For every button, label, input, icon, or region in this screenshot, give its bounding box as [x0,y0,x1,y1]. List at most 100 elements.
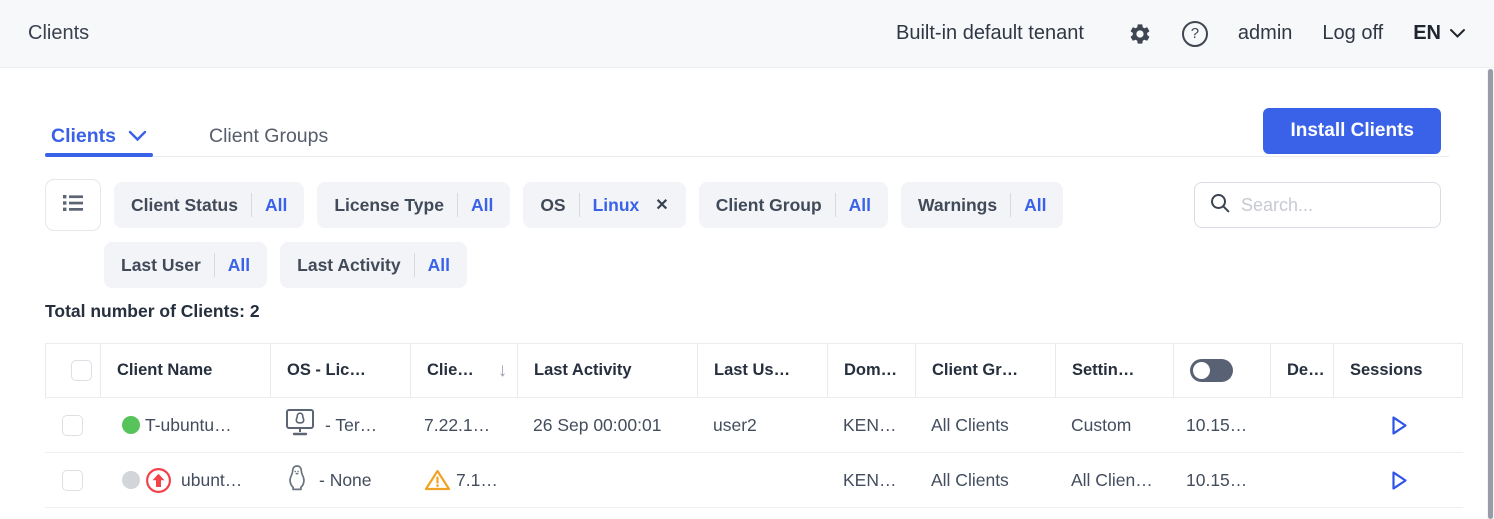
device-cell [1270,453,1333,507]
os-license-cell: - None [270,453,410,507]
row-checkbox[interactable] [62,470,83,491]
filter-label: Client Status [131,195,238,216]
client-version-cell: 7.1… [410,453,517,507]
chip-divider [835,193,836,217]
client-name[interactable]: ubunt… [181,470,242,491]
tab-client-groups[interactable]: Client Groups [203,108,334,156]
row-select-cell [45,398,100,452]
tab-clients-label: Clients [51,125,116,148]
filter-label: OS [540,195,565,216]
header-os-license[interactable]: OS - Lic… [270,344,410,397]
settings-cell: All Clien… [1055,453,1173,507]
chip-divider [1010,193,1011,217]
top-bar: Clients Built-in default tenant ? admin … [0,0,1494,68]
remove-filter-icon[interactable]: ✕ [655,195,668,215]
sessions-cell [1333,398,1463,452]
client-version-cell: 7.22.1… [410,398,517,452]
chip-divider [414,253,415,277]
search-icon [1209,192,1231,219]
update-available-icon [145,467,172,494]
license-type: - Ter… [325,415,377,436]
header-client-version[interactable]: Clie… ↓ [410,344,517,397]
filter-chip-last-activity[interactable]: Last Activity All [280,242,467,288]
last-user-cell: user2 [697,398,827,452]
start-session-icon[interactable] [1386,468,1411,493]
row-checkbox[interactable] [62,415,83,436]
header-settings[interactable]: Settin… [1055,344,1173,397]
header-client-name[interactable]: Client Name [100,344,270,397]
tenant-label: Built-in default tenant [896,22,1084,45]
language-label: EN [1413,22,1441,45]
header-sessions[interactable]: Sessions [1333,344,1463,397]
settings-gear-icon[interactable] [1128,22,1152,46]
domain-cell: KEN… [827,398,915,452]
select-all-cell [45,344,100,397]
header-label: Clie… [427,361,474,380]
filter-chip-license-type[interactable]: License Type All [317,182,510,228]
table-header-row: Client Name OS - Lic… Clie… ↓ Last Activ… [45,343,1463,398]
filter-chip-warnings[interactable]: Warnings All [901,182,1063,228]
os-license-cell: - Ter… [270,398,410,452]
filter-chip-last-user[interactable]: Last User All [104,242,267,288]
client-name-cell: T-ubuntu… [100,398,270,452]
filter-label: License Type [334,195,444,216]
language-selector[interactable]: EN [1413,22,1466,45]
last-activity-cell: 26 Sep 00:00:01 [517,398,697,452]
filter-value[interactable]: All [1024,195,1046,216]
log-off-button[interactable]: Log off [1322,22,1383,45]
filter-row-2: Last User All Last Activity All [104,242,1449,288]
filter-value[interactable]: Linux [593,195,640,216]
device-cell [1270,398,1333,452]
client-version: 7.22.1… [424,415,490,436]
scrollbar-thumb[interactable] [1488,69,1493,519]
select-all-checkbox[interactable] [71,360,92,381]
top-bar-right: Built-in default tenant ? admin Log off … [896,21,1466,47]
filter-label: Last User [121,255,201,276]
settings-cell: Custom [1055,398,1173,452]
page-title: Clients [28,22,89,45]
clients-table: Client Name OS - Lic… Clie… ↓ Last Activ… [45,343,1463,508]
vertical-scrollbar[interactable] [1487,69,1494,519]
last-activity-cell [517,453,697,507]
sort-descending-icon[interactable]: ↓ [498,360,508,382]
filter-chip-client-status[interactable]: Client Status All [114,182,304,228]
chip-divider [579,193,580,217]
filter-value[interactable]: All [471,195,493,216]
filter-chip-client-group[interactable]: Client Group All [699,182,888,228]
client-name-cell: ubunt… [100,453,270,507]
tab-client-groups-label: Client Groups [209,125,328,148]
user-menu[interactable]: admin [1238,22,1292,45]
last-user-cell [697,453,827,507]
table-row[interactable]: T-ubuntu… - Ter… 7.22.1… 26 Sep 00:00:01… [45,398,1463,453]
install-clients-button[interactable]: Install Clients [1263,108,1441,154]
search-box [1194,182,1441,228]
start-session-icon[interactable] [1386,413,1411,438]
chevron-down-icon [1449,22,1466,45]
header-domain[interactable]: Dom… [827,344,915,397]
chip-divider [457,193,458,217]
filter-label: Warnings [918,195,997,216]
offline-status-icon [122,471,140,489]
list-view-button[interactable] [45,179,101,231]
search-input[interactable] [1241,195,1411,216]
filter-value[interactable]: All [228,255,250,276]
chip-divider [251,193,252,217]
table-row[interactable]: ubunt… - None [45,453,1463,508]
filter-value[interactable]: All [265,195,287,216]
row-select-cell [45,453,100,507]
filter-chip-os[interactable]: OS Linux ✕ [523,182,685,228]
ip-display-toggle[interactable] [1190,359,1233,382]
client-group-cell: All Clients [915,453,1055,507]
help-icon[interactable]: ? [1182,21,1208,47]
client-name[interactable]: T-ubuntu… [145,415,232,436]
header-last-user[interactable]: Last Us… [697,344,827,397]
header-device[interactable]: De… [1270,344,1333,397]
filter-value[interactable]: All [849,195,871,216]
filter-label: Last Activity [297,255,400,276]
header-last-activity[interactable]: Last Activity [517,344,697,397]
header-client-group[interactable]: Client Gr… [915,344,1055,397]
ip-cell: 10.15… [1173,453,1270,507]
filter-value[interactable]: All [428,255,450,276]
tab-clients[interactable]: Clients [45,108,153,156]
total-clients-count: Total number of Clients: 2 [45,301,260,322]
